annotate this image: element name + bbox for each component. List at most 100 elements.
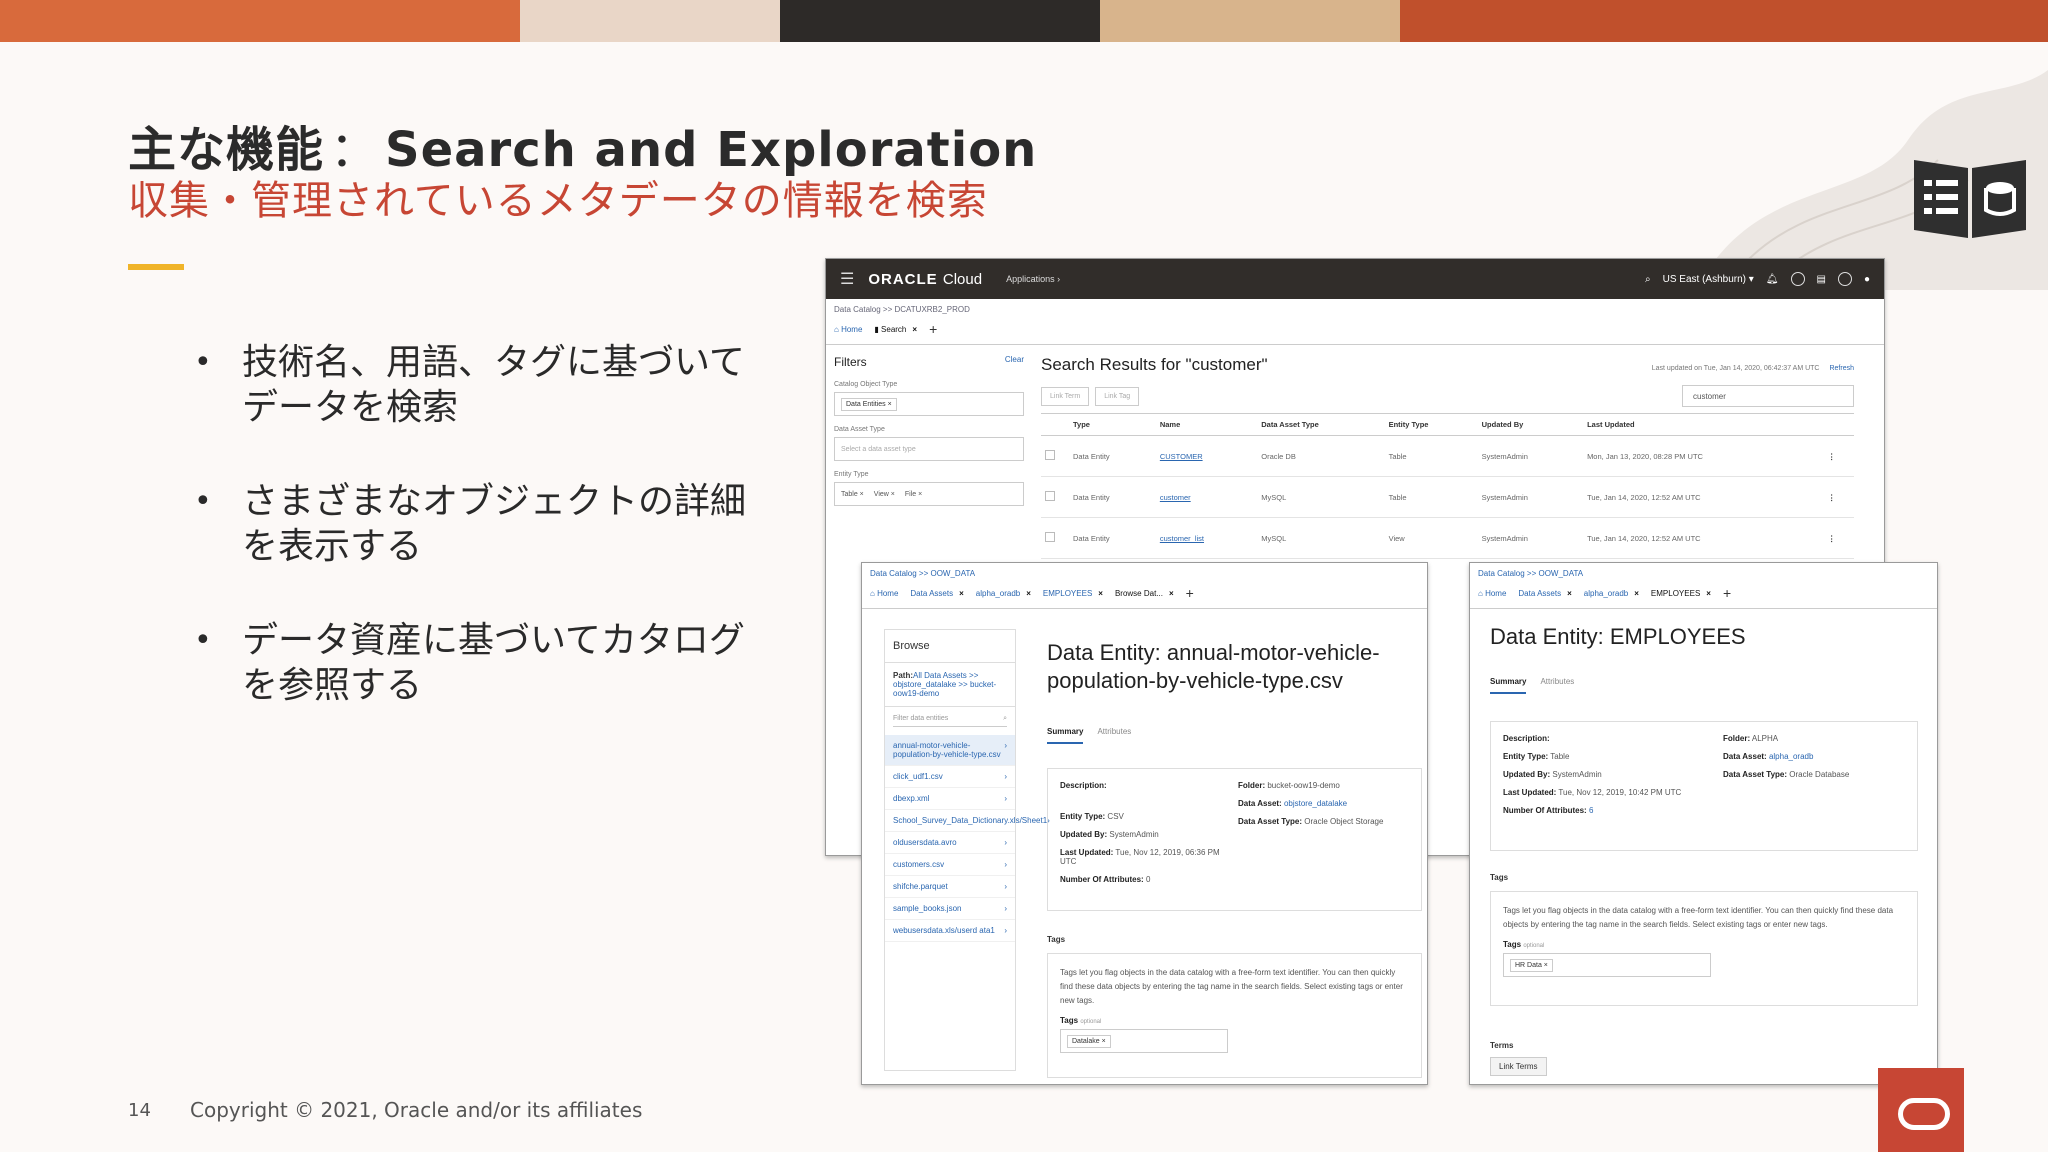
results-table: Type Name Data Asset Type Entity Type Up… [1041,413,1854,559]
tab-data-assets[interactable]: Data Assets × [910,589,963,598]
breadcrumb[interactable]: Data Catalog >> OOW_DATA [862,563,1427,578]
globe-icon[interactable] [1837,272,1852,286]
column-header[interactable]: Updated By [1477,413,1584,436]
browse-item-label: annual-motor-vehicle-population-by-vehic… [893,741,1001,759]
close-icon[interactable]: × [1634,589,1639,598]
search-icon[interactable]: ⌕ [1645,274,1651,285]
tab-label: EMPLOYEES [1042,588,1093,598]
tab-alpha-oradb[interactable]: alpha_oradb × [1584,589,1639,598]
tab-home[interactable]: ⌂ Home [870,589,898,598]
entity-name-link[interactable]: customer [1160,493,1191,502]
filter-entities-input[interactable]: Filter data entities ⌕ [893,715,1007,727]
tab-employees[interactable]: EMPLOYEES × [1651,589,1711,598]
browse-item[interactable]: dbexp.xml › [885,788,1015,810]
close-icon[interactable]: × [1567,589,1572,598]
tab-attributes[interactable]: Attributes [1097,727,1131,744]
data-asset-type-select[interactable]: Select a data asset type [834,437,1024,461]
column-header[interactable]: Entity Type [1384,413,1478,436]
tag-chip[interactable]: HR Data × [1510,958,1553,972]
row-checkbox[interactable] [1045,491,1055,501]
tab-attributes[interactable]: Attributes [1540,677,1574,694]
tab-search[interactable]: ▮ Search × [874,325,917,334]
data-asset-link[interactable]: alpha_oradb [1769,752,1813,761]
select-column [1041,413,1069,436]
entity-type-select[interactable]: Table × View × File × [834,482,1024,506]
browse-item[interactable]: School_Survey_Data_Dictionary.xls/Sheet1… [885,810,1050,832]
close-icon[interactable]: × [959,589,964,598]
close-icon[interactable]: × [1169,589,1174,598]
tab-label: Home [841,324,863,334]
tab-browse-data[interactable]: Browse Dat... × [1115,589,1174,598]
tab-summary[interactable]: Summary [1490,677,1527,694]
browse-item[interactable]: shifche.parquet › [885,876,1015,898]
chat-icon[interactable]: ▤ [1817,274,1826,285]
tab-home[interactable]: ⌂ Home [1478,589,1506,598]
more-actions-icon[interactable]: ⋮ [1823,435,1854,477]
link-tag-button[interactable]: Link Tag [1095,386,1140,406]
filter-chip[interactable]: File × [905,491,922,498]
search-input[interactable]: customer [1682,385,1854,407]
breadcrumb[interactable]: Data Catalog >> DCATUXRB2_PROD [826,299,1884,314]
browse-item[interactable]: annual-motor-vehicle-population-by-vehic… [885,735,1015,766]
browse-item[interactable]: oldusersdata.avro › [885,832,1015,854]
browse-path: Path:All Data Assets >> objstore_datalak… [885,663,1015,707]
browse-panel: Browse Path:All Data Assets >> objstore_… [884,629,1050,1071]
bullet-text: データ資産に基づいてカタログ [242,620,745,661]
help-icon[interactable] [1790,272,1805,286]
menu-icon[interactable]: ☰ [840,269,854,289]
table-row[interactable]: Data Entity customer_list MySQL View Sys… [1041,517,1854,559]
oracle-cloud-logo[interactable]: ORACLE Cloud [868,271,982,288]
region-selector[interactable]: US East (Ashburn) ▾ [1663,274,1754,285]
data-asset-link[interactable]: objstore_datalake [1284,799,1347,808]
close-icon[interactable]: × [912,325,917,334]
detail-subtabs: Summary Attributes [1047,727,1131,744]
table-row[interactable]: Data Entity customer MySQL Table SystemA… [1041,476,1854,518]
column-header[interactable]: Last Updated [1583,413,1824,436]
tab-home[interactable]: ⌂ Home [834,325,862,334]
close-icon[interactable]: × [1706,589,1711,598]
browse-item[interactable]: customers.csv › [885,854,1015,876]
add-tab-icon[interactable]: + [929,321,937,337]
copyright-text: Copyright © 2021, Oracle and/or its affi… [190,1098,643,1122]
num-attributes-link[interactable]: 6 [1589,806,1593,815]
tab-data-assets[interactable]: Data Assets × [1518,589,1571,598]
link-terms-button[interactable]: Link Terms [1490,1057,1547,1076]
column-header[interactable]: Name [1155,413,1258,436]
close-icon[interactable]: × [1098,589,1103,598]
catalog-object-type-select[interactable]: Data Entities × [834,392,1024,416]
entity-title-label: Data Entity: [1047,640,1161,665]
close-icon[interactable]: × [1026,589,1031,598]
tag-chip[interactable]: Datalake × [1067,1034,1111,1048]
entity-name-link[interactable]: customer_list [1160,534,1204,543]
tab-employees[interactable]: EMPLOYEES × [1043,589,1103,598]
link-term-button[interactable]: Link Term [1041,386,1090,406]
applications-menu[interactable]: Applications › [1006,274,1060,284]
filter-chip[interactable]: Table × [841,491,864,498]
tab-summary[interactable]: Summary [1047,727,1084,744]
tags-input[interactable]: Datalake × [1060,1029,1228,1053]
browse-item-label: dbexp.xml [893,794,930,803]
more-actions-icon[interactable]: ⋮ [1823,476,1854,518]
browse-item[interactable]: click_udf1.csv › [885,766,1015,788]
clear-filters-link[interactable]: Clear [1005,355,1024,369]
browse-item[interactable]: webusersdata.xls/userd ata1 › [885,920,1015,942]
table-row[interactable]: Data Entity CUSTOMER Oracle DB Table Sys… [1041,435,1854,477]
updated-by-label: Updated By: [1060,830,1108,839]
column-header[interactable]: Data Asset Type [1257,413,1385,436]
add-tab-icon[interactable]: + [1723,585,1731,601]
entity-name-link[interactable]: CUSTOMER [1160,452,1203,461]
filter-chip[interactable]: View × [874,491,895,498]
row-checkbox[interactable] [1045,532,1055,542]
more-actions-icon[interactable]: ⋮ [1823,517,1854,559]
breadcrumb[interactable]: Data Catalog >> OOW_DATA [1470,563,1937,578]
column-header[interactable]: Type [1069,413,1156,436]
tab-alpha-oradb[interactable]: alpha_oradb × [976,589,1031,598]
row-checkbox[interactable] [1045,450,1055,460]
bell-icon[interactable]: 🔔︎ [1766,274,1779,285]
refresh-link[interactable]: Refresh [1829,365,1854,372]
browse-item[interactable]: sample_books.json › [885,898,1015,920]
filter-chip[interactable]: Data Entities × [841,397,897,411]
user-icon[interactable]: ● [1864,274,1870,285]
add-tab-icon[interactable]: + [1186,585,1194,601]
tags-input[interactable]: HR Data × [1503,953,1711,977]
